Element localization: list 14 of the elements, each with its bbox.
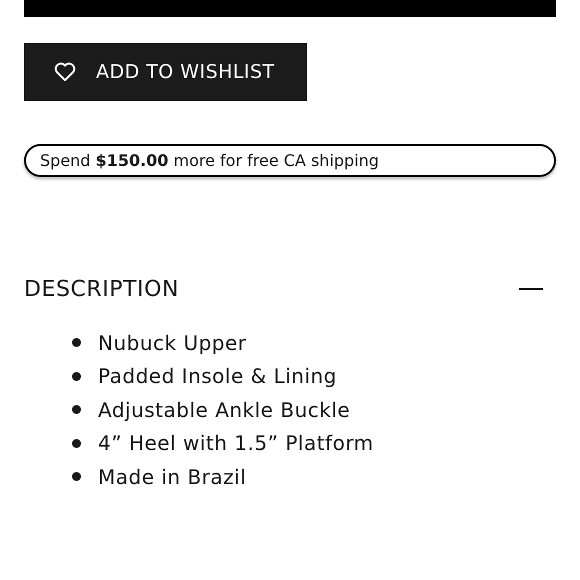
bullet-icon bbox=[72, 438, 81, 448]
bullet-icon bbox=[72, 405, 81, 414]
bullet-icon bbox=[72, 372, 81, 381]
shipping-message: Spend $150.00 more for free CA shipping bbox=[40, 150, 379, 172]
feature-item: Nubuck Upper bbox=[98, 330, 246, 357]
heart-icon bbox=[54, 62, 76, 82]
description-heading: DESCRIPTION bbox=[24, 276, 179, 304]
bullet-icon bbox=[72, 338, 81, 348]
feature-item: Made in Brazil bbox=[98, 464, 246, 491]
add-to-wishlist-button[interactable]: ADD TO WISHLIST bbox=[24, 43, 307, 101]
feature-item: Padded Insole & Lining bbox=[98, 363, 337, 390]
feature-item: 4” Heel with 1.5” Platform bbox=[98, 430, 374, 458]
feature-item: Adjustable Ankle Buckle bbox=[98, 396, 350, 424]
bullet-icon bbox=[72, 472, 81, 482]
